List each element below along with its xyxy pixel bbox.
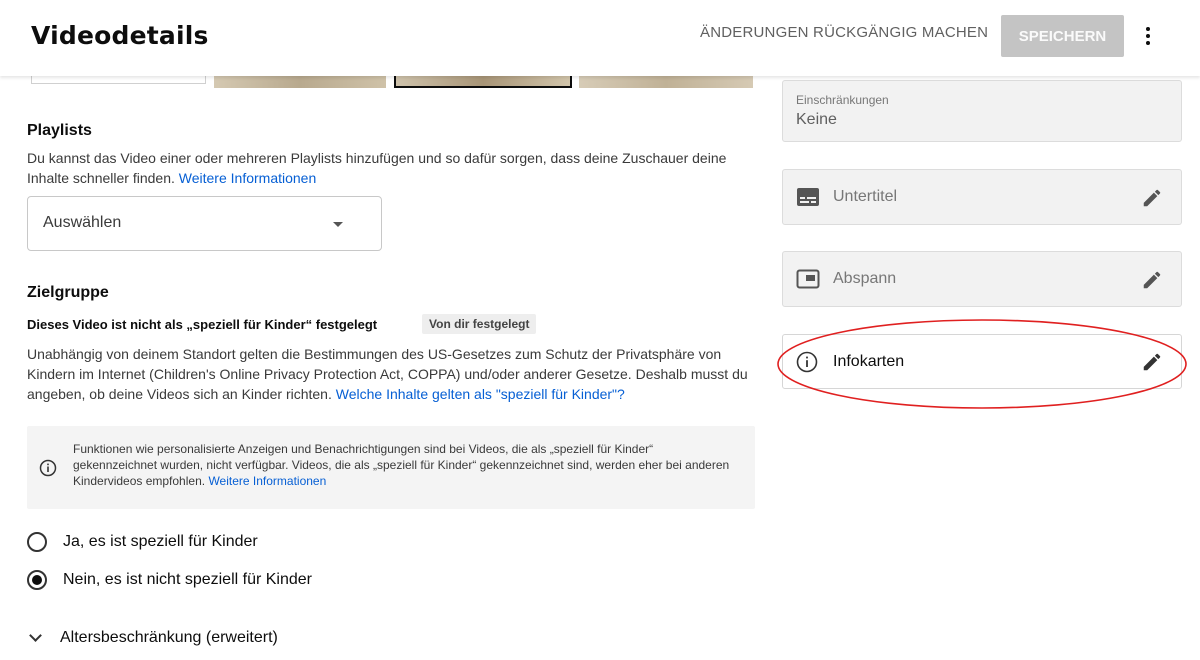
pencil-icon[interactable] — [1141, 269, 1163, 291]
info-icon — [796, 351, 818, 373]
age-restriction-expander[interactable]: Altersbeschränkung (erweitert) — [29, 629, 278, 647]
subtitles-card[interactable]: Untertitel — [782, 169, 1182, 225]
playlists-description: Du kannst das Video einer oder mehreren … — [27, 150, 727, 186]
audience-description: Unabhängig von deinem Standort gelten di… — [27, 346, 748, 402]
info-notice-text: Funktionen wie personalisierte Anzeigen … — [73, 442, 730, 488]
set-by-you-badge: Von dir festgelegt — [422, 314, 537, 334]
thumbnail-option[interactable] — [214, 76, 386, 88]
radio-button[interactable] — [27, 532, 47, 552]
chevron-down-icon — [29, 629, 42, 642]
pencil-icon[interactable] — [1141, 351, 1163, 373]
subtitles-icon — [797, 188, 819, 206]
upload-thumbnail-slot[interactable] — [31, 76, 206, 84]
pencil-icon[interactable] — [1141, 187, 1163, 209]
audience-status: Dieses Video ist nicht als „speziell für… — [27, 317, 378, 332]
endscreen-label: Abspann — [833, 270, 897, 287]
save-button[interactable]: SPEICHERN — [1001, 15, 1124, 57]
info-learn-more-link[interactable]: Weitere Informationen — [208, 474, 326, 488]
audience-title: Zielgruppe — [27, 284, 109, 301]
page-title: Videodetails — [31, 21, 209, 50]
thumbnail-option-selected[interactable] — [394, 76, 572, 88]
restrictions-label: Einschränkungen — [796, 93, 889, 107]
more-vert-icon[interactable] — [1136, 20, 1160, 52]
info-notice: Funktionen wie personalisierte Anzeigen … — [27, 426, 755, 509]
caret-down-icon — [333, 222, 343, 227]
undo-changes-button[interactable]: ÄNDERUNGEN RÜCKGÄNGIG MACHEN — [700, 24, 988, 41]
playlists-learn-more-link[interactable]: Weitere Informationen — [179, 170, 316, 186]
infocards-label: Infokarten — [833, 353, 905, 370]
playlist-select-value: Auswählen — [43, 214, 122, 231]
header-bar: Videodetails ÄNDERUNGEN RÜCKGÄNGIG MACHE… — [0, 0, 1200, 76]
info-icon — [39, 459, 57, 477]
radio-made-for-kids-no[interactable]: Nein, es ist nicht speziell für Kinder — [27, 570, 312, 590]
restrictions-card[interactable]: Einschränkungen Keine — [782, 80, 1182, 142]
radio-button-checked[interactable] — [27, 570, 47, 590]
endscreen-icon — [796, 269, 820, 289]
restrictions-value: Keine — [796, 111, 837, 128]
radio-made-for-kids-yes[interactable]: Ja, es ist speziell für Kinder — [27, 532, 258, 552]
endscreen-card[interactable]: Abspann — [782, 251, 1182, 307]
playlist-select[interactable]: Auswählen — [27, 196, 382, 251]
playlists-title: Playlists — [27, 122, 92, 139]
thumbnail-strip — [0, 76, 760, 90]
infocards-card[interactable]: Infokarten — [782, 334, 1182, 389]
subtitles-label: Untertitel — [833, 188, 898, 205]
thumbnail-option[interactable] — [579, 76, 753, 88]
made-for-kids-help-link[interactable]: Welche Inhalte gelten als "speziell für … — [336, 386, 625, 402]
